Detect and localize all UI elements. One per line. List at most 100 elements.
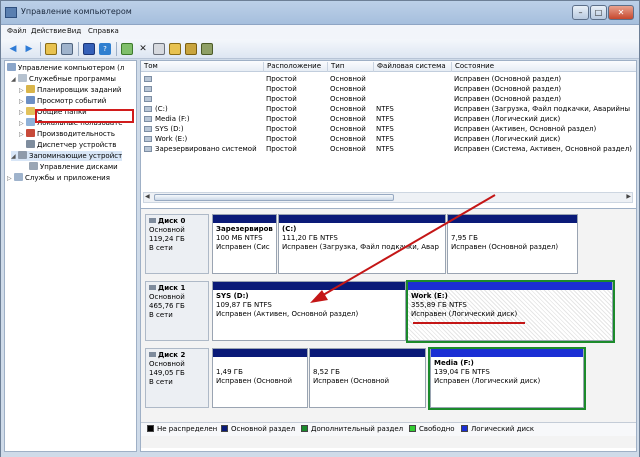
menu-file[interactable]: Файл xyxy=(7,27,26,35)
legend-label: Основной раздел xyxy=(231,425,296,433)
cell-status: Исправен (Логический диск) xyxy=(454,115,561,123)
expand-arrow-icon[interactable]: ▷ xyxy=(19,119,26,129)
table-row[interactable]: Media (F:) Простой Основной NTFS Исправе… xyxy=(141,114,636,124)
tree-item-label: Служебные программы xyxy=(29,75,116,83)
extended-partition-frame xyxy=(428,347,586,410)
disk-kind: Основной xyxy=(149,226,185,234)
cell-type: Основной xyxy=(330,85,366,93)
volume-icon xyxy=(144,136,152,142)
table-row[interactable]: Простой Основной Исправен (Основной разд… xyxy=(141,94,636,104)
partition-disk0-reserved[interactable]: Зарезервиров 100 МБ NTFS Исправен (Сис xyxy=(212,214,277,274)
expand-arrow-icon[interactable]: ▷ xyxy=(19,108,26,118)
column-filesystem[interactable]: Файловая система xyxy=(373,62,451,72)
cell-layout: Простой xyxy=(266,115,297,123)
tree-item-system-tools[interactable]: ◢ Служебные программы xyxy=(11,74,116,84)
disk-name: Диск 1 xyxy=(158,284,186,292)
delete-icon[interactable]: ✕ xyxy=(137,43,149,55)
partition-size: 1,49 ГБ xyxy=(216,368,243,376)
disk-0-label[interactable]: Диск 0 Основной 119,24 ГБ В сети xyxy=(145,214,209,274)
properties-icon[interactable] xyxy=(83,43,95,55)
column-type[interactable]: Тип xyxy=(327,62,373,72)
toolbar-separator xyxy=(78,42,79,56)
open-folder-icon[interactable] xyxy=(169,43,181,55)
help-icon[interactable]: ? xyxy=(99,43,111,55)
column-status[interactable]: Состояние xyxy=(451,62,636,72)
collapse-arrow-icon[interactable]: ◢ xyxy=(11,75,18,85)
volume-icon xyxy=(144,76,152,82)
table-row[interactable]: Простой Основной Исправен (Основной разд… xyxy=(141,84,636,94)
expand-arrow-icon[interactable]: ▷ xyxy=(19,86,26,96)
forward-arrow-icon[interactable]: ▶ xyxy=(23,43,35,55)
tree-item-task-scheduler[interactable]: ▷ Планировщик заданий xyxy=(19,85,121,95)
title-bar: Управление компьютером – □ ✕ xyxy=(1,1,639,25)
table-row[interactable]: Зарезервировано системой Простой Основно… xyxy=(141,144,636,154)
legend-swatch xyxy=(147,425,154,432)
disk-state: В сети xyxy=(149,311,173,319)
collapse-arrow-icon[interactable]: ◢ xyxy=(11,152,18,162)
partition-size: 109,87 ГБ NTFS xyxy=(216,301,272,309)
partition-name: SYS (D:) xyxy=(216,292,249,300)
console-tree-icon[interactable] xyxy=(61,43,73,55)
partition-disk2-second[interactable]: 8,52 ГБ Исправен (Основной xyxy=(309,348,426,408)
tree-item-label: Службы и приложения xyxy=(25,174,110,182)
partition-disk2-first[interactable]: 1,49 ГБ Исправен (Основной xyxy=(212,348,308,408)
table-row[interactable]: Простой Основной Исправен (Основной разд… xyxy=(141,74,636,84)
tree-item-device-manager[interactable]: Диспетчер устройств xyxy=(26,140,116,150)
back-arrow-icon[interactable]: ◀ xyxy=(7,43,19,55)
table-row[interactable]: Work (E:) Простой Основной NTFS Исправен… xyxy=(141,134,636,144)
maximize-button[interactable]: □ xyxy=(590,5,607,20)
up-folder-icon[interactable] xyxy=(45,43,57,55)
cell-type: Основной xyxy=(330,145,366,153)
expand-arrow-icon[interactable]: ▷ xyxy=(7,174,14,184)
partition-disk1-sys[interactable]: SYS (D:) 109,87 ГБ NTFS Исправен (Активе… xyxy=(212,281,406,341)
menu-view[interactable]: Вид xyxy=(67,27,81,35)
column-layout[interactable]: Расположение xyxy=(263,62,327,72)
cell-layout: Простой xyxy=(266,135,297,143)
partition-disk0-c[interactable]: (C:) 111,20 ГБ NTFS Исправен (Загрузка, … xyxy=(278,214,446,274)
table-row[interactable]: SYS (D:) Простой Основной NTFS Исправен … xyxy=(141,124,636,134)
users-icon xyxy=(26,118,35,126)
legend-item: Основной раздел xyxy=(221,425,295,433)
expand-arrow-icon[interactable]: ▷ xyxy=(19,130,26,140)
legend-label: Логический диск xyxy=(471,425,535,433)
column-volume[interactable]: Том xyxy=(141,62,263,72)
disk-tools-icon[interactable] xyxy=(201,43,213,55)
tree-item-computer-management[interactable]: Управление компьютером (л xyxy=(7,63,124,73)
legend-item: Дополнительный раздел xyxy=(301,425,403,433)
disk-size: 465,76 ГБ xyxy=(149,302,185,310)
tree-item-services-apps[interactable]: ▷ Службы и приложения xyxy=(7,173,110,183)
menu-bar: Файл Действие Вид Справка xyxy=(1,25,639,39)
scroll-right-icon[interactable]: ▶ xyxy=(626,193,631,200)
cell-status: Исправен (Активен, Основной раздел) xyxy=(454,125,597,133)
tree-item-label: Диспетчер устройств xyxy=(37,141,117,149)
scrollbar-thumb[interactable] xyxy=(154,194,394,201)
menu-action[interactable]: Действие xyxy=(31,27,66,35)
checkbox-icon[interactable] xyxy=(153,43,165,55)
close-button[interactable]: ✕ xyxy=(608,5,634,20)
legend-swatch xyxy=(301,425,308,432)
disk-1-label[interactable]: Диск 1 Основной 465,76 ГБ В сети xyxy=(145,281,209,341)
disk-properties-icon[interactable] xyxy=(185,43,197,55)
tree-item-storage[interactable]: ◢ Запоминающие устройст xyxy=(11,151,123,162)
minimize-button[interactable]: – xyxy=(572,5,589,20)
cell-volume: (C:) xyxy=(155,105,168,113)
tools-icon xyxy=(18,74,27,82)
scroll-left-icon[interactable]: ◀ xyxy=(145,193,150,200)
horizontal-scrollbar[interactable]: ◀ ▶ xyxy=(143,192,633,203)
tree-item-event-viewer[interactable]: ▷ Просмотр событий xyxy=(19,96,106,106)
refresh-icon[interactable] xyxy=(121,43,133,55)
expand-arrow-icon[interactable]: ▷ xyxy=(19,97,26,107)
partition-disk0-recovery[interactable]: 7,95 ГБ Исправен (Основной раздел) xyxy=(447,214,578,274)
menu-help[interactable]: Справка xyxy=(88,27,119,35)
table-row[interactable]: (C:) Простой Основной NTFS Исправен (Заг… xyxy=(141,104,636,114)
shared-folder-icon xyxy=(26,107,35,115)
computer-management-window: Управление компьютером – □ ✕ Файл Действ… xyxy=(0,0,640,457)
tree-item-performance[interactable]: ▷ Производительность xyxy=(19,129,115,139)
tree-item-disk-management[interactable]: Управление дисками xyxy=(29,162,118,172)
disk-state: В сети xyxy=(149,378,173,386)
disk-size: 149,05 ГБ xyxy=(149,369,185,377)
services-icon xyxy=(14,173,23,181)
disk-2-label[interactable]: Диск 2 Основной 149,05 ГБ В сети xyxy=(145,348,209,408)
performance-icon xyxy=(26,129,35,137)
cell-layout: Простой xyxy=(266,125,297,133)
